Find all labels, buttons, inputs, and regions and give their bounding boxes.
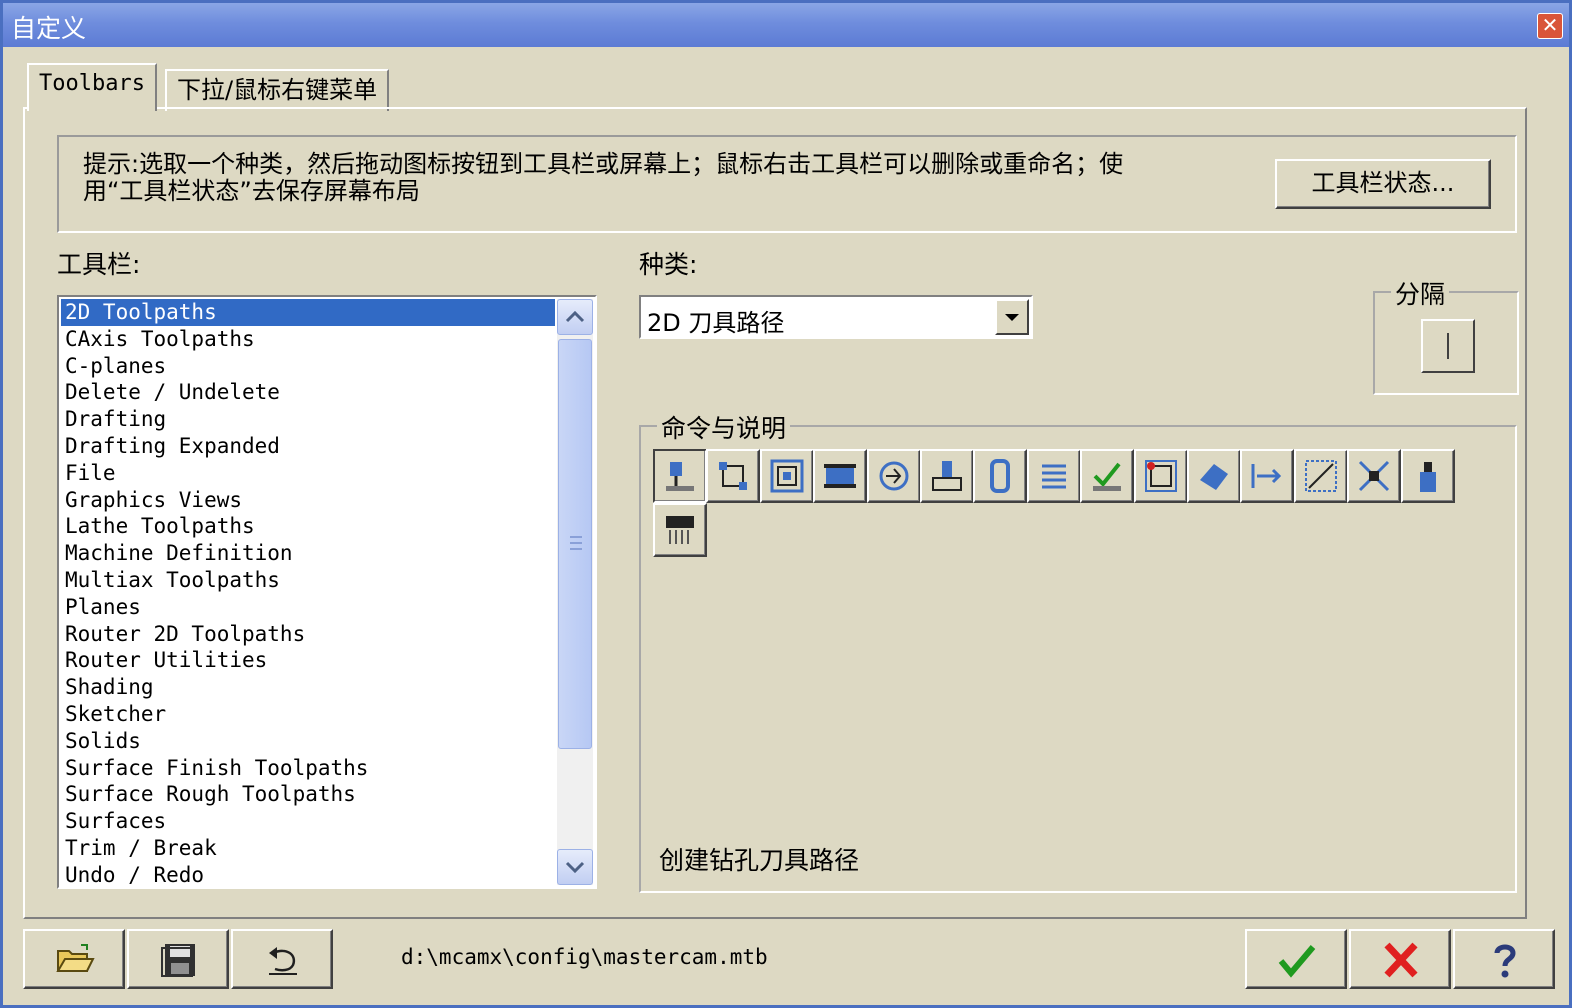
toolbar-list-label: 工具栏: [57,250,141,279]
checkmark-icon [1278,945,1316,978]
grip-icon [570,536,582,550]
separator-group: 分隔 [1373,275,1519,395]
save-button[interactable] [127,929,229,989]
command-button[interactable] [1400,449,1455,503]
list-item[interactable]: 2D Toolpaths [61,299,555,326]
drill-toolpath-icon [666,462,694,491]
command-button[interactable] [1347,449,1402,503]
close-icon: ✕ [1541,13,1559,37]
commands-group: 命令与说明 创建钻孔刀具路径 [639,409,1517,893]
list-item[interactable]: Graphics Views [61,487,555,514]
category-value: 2D 刀具路径 [647,309,785,337]
list-item[interactable]: Router Utilities [61,647,555,674]
transform-toolpath-icon [1251,464,1282,488]
command-button[interactable] [1187,449,1241,503]
block-drill-icon [666,516,694,544]
scroll-down-button[interactable] [557,849,593,885]
trim-toolpath-icon [1304,460,1337,492]
contour-toolpath-icon [719,462,748,490]
hint-text: 提示:选取一个种类，然后拖动图标按钮到工具栏或屏幕上；鼠标右击工具栏可以删除或重… [83,151,1263,205]
help-button[interactable] [1453,929,1555,989]
list-item[interactable]: Shading [61,674,555,701]
list-item[interactable]: Sketcher [61,701,555,728]
list-item[interactable]: Trim / Break [61,835,555,862]
high-speed-toolpath-icon [1144,460,1177,492]
reset-button[interactable] [231,929,333,989]
command-button[interactable] [1240,449,1295,503]
list-item[interactable]: Surfaces [61,808,555,835]
list-item[interactable]: Planes [61,594,555,621]
toolbar-list-items: 2D Toolpaths CAxis Toolpaths C-planes Delet… [61,299,555,887]
command-button[interactable] [1293,449,1348,503]
helix-bore-icon [1041,464,1066,489]
help-question-icon [1494,944,1516,978]
list-item[interactable]: Surface Rough Toolpaths [61,781,555,808]
scroll-up-button[interactable] [557,299,593,335]
save-disk-icon [161,944,195,977]
hint-line-1: 提示:选取一个种类，然后拖动图标按钮到工具栏或屏幕上；鼠标右击工具栏可以删除或重… [83,150,1124,178]
commands-group-label: 命令与说明 [657,409,791,445]
cancel-button[interactable] [1349,929,1451,989]
tab-toolbars[interactable]: Toolbars [27,63,157,111]
command-button[interactable] [1080,449,1135,503]
command-button[interactable] [1026,449,1081,503]
list-item[interactable]: CAxis Toolpaths [61,326,555,353]
list-item[interactable]: Machine Definition [61,540,555,567]
nest-toolpath-icon [1359,460,1390,492]
point-toolpath-icon [1093,462,1122,491]
engraving-toolpath-icon [1200,464,1228,490]
open-button[interactable] [23,929,125,989]
command-button[interactable] [653,503,707,557]
list-item[interactable]: Delete / Undelete [61,379,555,406]
tab-dropdown-menus[interactable]: 下拉/鼠标右键菜单 [165,69,390,111]
list-item[interactable]: Multiax Toolpaths [61,567,555,594]
scroll-thumb[interactable] [558,339,592,749]
list-item[interactable]: Lathe Toolpaths [61,513,555,540]
hint-line-2: 用“工具栏状态”去保存屏幕布局 [83,177,420,205]
customize-dialog: 自定义 ✕ Toolbars 下拉/鼠标右键菜单 提示:选取一个种类，然后拖动图… [0,0,1572,1008]
command-button[interactable] [653,449,707,503]
chevron-down-icon [565,861,585,874]
command-button[interactable] [920,449,974,503]
separator-button[interactable] [1421,319,1475,373]
undo-arrow-icon [269,947,297,975]
window-title: 自定义 [11,14,87,43]
list-item[interactable]: Solids [61,728,555,755]
command-button[interactable] [759,449,814,503]
toolbar-state-button[interactable]: 工具栏状态... [1275,159,1491,209]
pocket-toolpath-icon [770,459,804,493]
title-bar[interactable]: 自定义 ✕ [3,3,1569,47]
list-item[interactable]: C-planes [61,353,555,380]
list-item[interactable]: Router 2D Toolpaths [61,621,555,648]
list-item[interactable]: Surface Finish Toolpaths [61,755,555,782]
command-button[interactable] [706,449,761,503]
vertical-scrollbar[interactable] [557,299,593,885]
config-file-path: d:\mcamx\config\mastercam.mtb [401,945,768,969]
category-label: 种类: [639,250,698,279]
folder-open-icon [56,944,95,972]
cross-icon [1384,942,1418,978]
dropdown-button[interactable] [995,299,1029,335]
slot-mill-icon [932,461,962,491]
chevron-up-icon [565,310,585,323]
separator-group-label: 分隔 [1391,275,1450,311]
ok-button[interactable] [1245,929,1347,989]
thread-mill-icon [990,459,1011,493]
toolbar-listbox[interactable]: 2D Toolpaths CAxis Toolpaths C-planes Delet… [57,295,597,889]
tool-manager-icon [1419,462,1436,492]
circle-mill-icon [879,461,909,491]
command-description: 创建钻孔刀具路径 [659,846,860,875]
command-button[interactable] [1133,449,1188,503]
dropdown-arrow-icon [1005,314,1019,321]
list-item[interactable]: Drafting [61,406,555,433]
category-dropdown[interactable]: 2D 刀具路径 [639,295,1033,339]
close-button[interactable]: ✕ [1537,13,1563,39]
list-item[interactable]: Drafting Expanded [61,433,555,460]
list-item[interactable]: File [61,460,555,487]
facing-toolpath-icon [824,464,857,488]
command-button[interactable] [866,449,921,503]
command-button[interactable] [973,449,1028,503]
command-button[interactable] [813,449,868,503]
list-item[interactable]: Undo / Redo [61,862,555,887]
